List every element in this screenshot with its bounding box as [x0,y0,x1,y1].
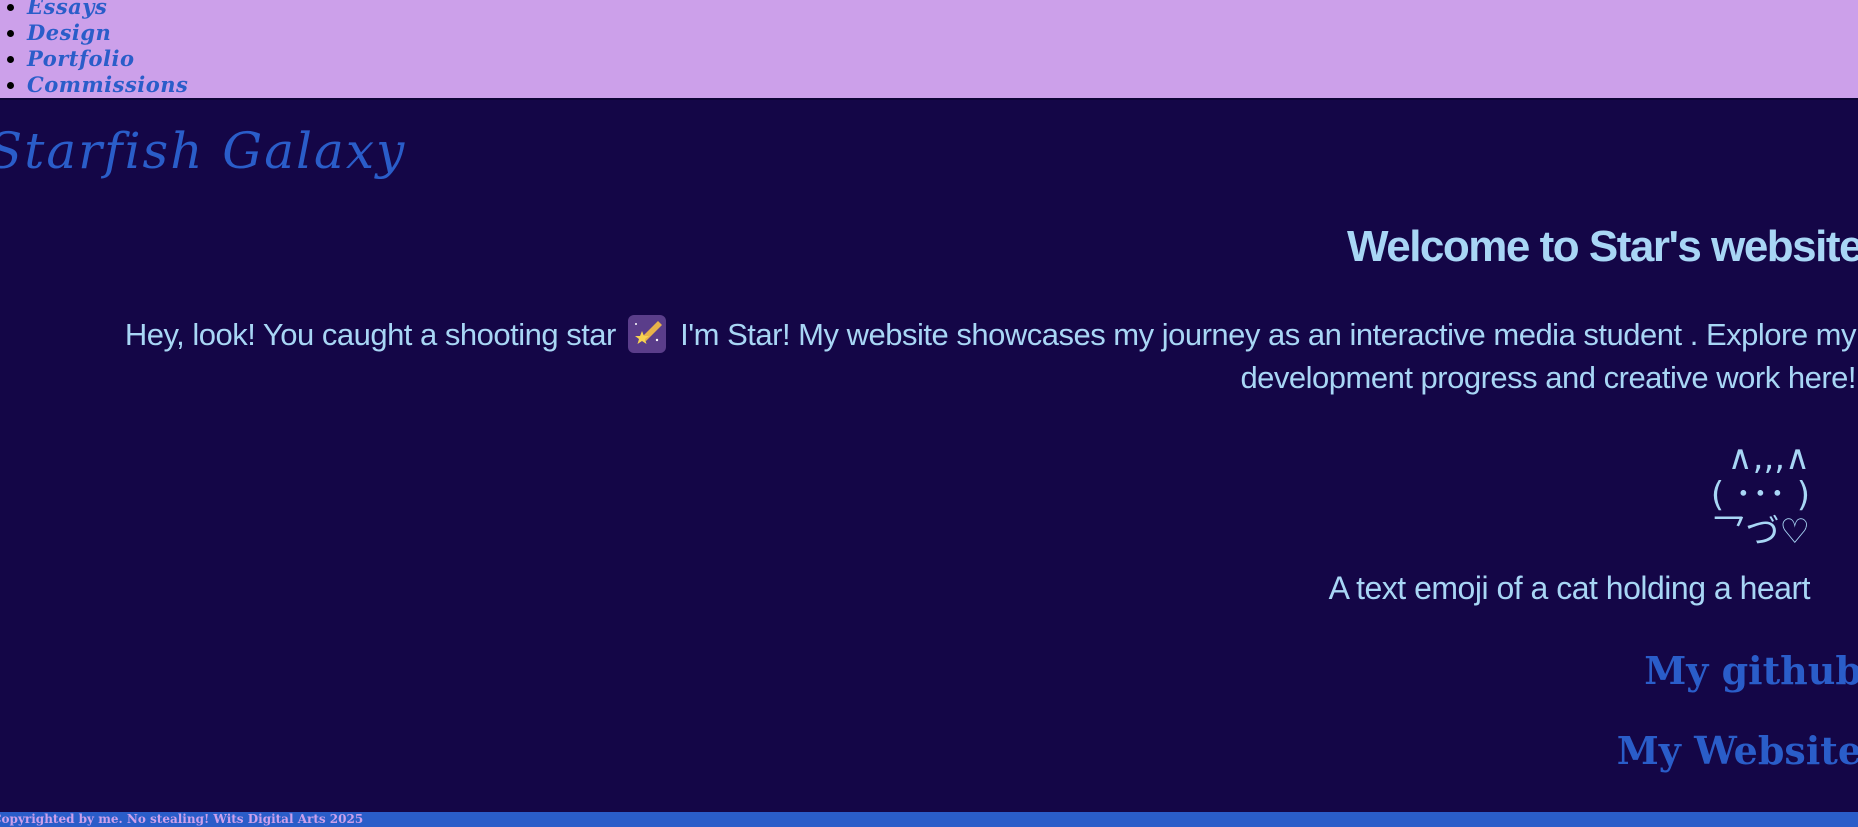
website-link[interactable]: My Website [1617,728,1858,773]
nav-item-label[interactable]: Essays [27,0,107,19]
nav-item-label[interactable]: Design [27,20,111,45]
intro-text-after: I'm Star! My website showcases my journe… [680,317,1856,395]
footer: Copyrighted by me. No stealing! Wits Dig… [0,812,1858,827]
site-logo: Starfish Galaxy [0,122,407,180]
cat-text-emoji: ∧,,,∧ ( ･･･ ) 乛づ♡ [1690,440,1810,551]
cat-caption: A text emoji of a cat holding a heart [1328,570,1811,606]
nav-item-label[interactable]: Commissions [27,72,188,97]
footer-copyright: Copyrighted by me. No stealing! Wits Dig… [0,812,364,826]
nav-list: Essays Design Portfolio Commissions [0,0,188,98]
nav-item-design[interactable]: Design [27,20,188,46]
cat-line-2: ( ･･･ ) [1710,475,1810,515]
github-link[interactable]: My github [1644,648,1858,693]
top-navigation: Essays Design Portfolio Commissions [0,0,1858,100]
shooting-star-icon [628,315,667,353]
page-title: Welcome to Star's website [1347,222,1858,271]
intro-paragraph: Hey, look! You caught a shooting star I'… [0,313,1856,399]
nav-item-commissions[interactable]: Commissions [27,72,188,98]
cat-line-1: ∧,,,∧ [1727,438,1810,478]
cat-line-3: 乛づ♡ [1711,512,1810,552]
nav-item-portfolio[interactable]: Portfolio [27,46,188,72]
nav-item-label[interactable]: Portfolio [27,46,135,71]
intro-text-before: Hey, look! You caught a shooting star [124,317,617,352]
nav-item-essays[interactable]: Essays [27,0,188,20]
